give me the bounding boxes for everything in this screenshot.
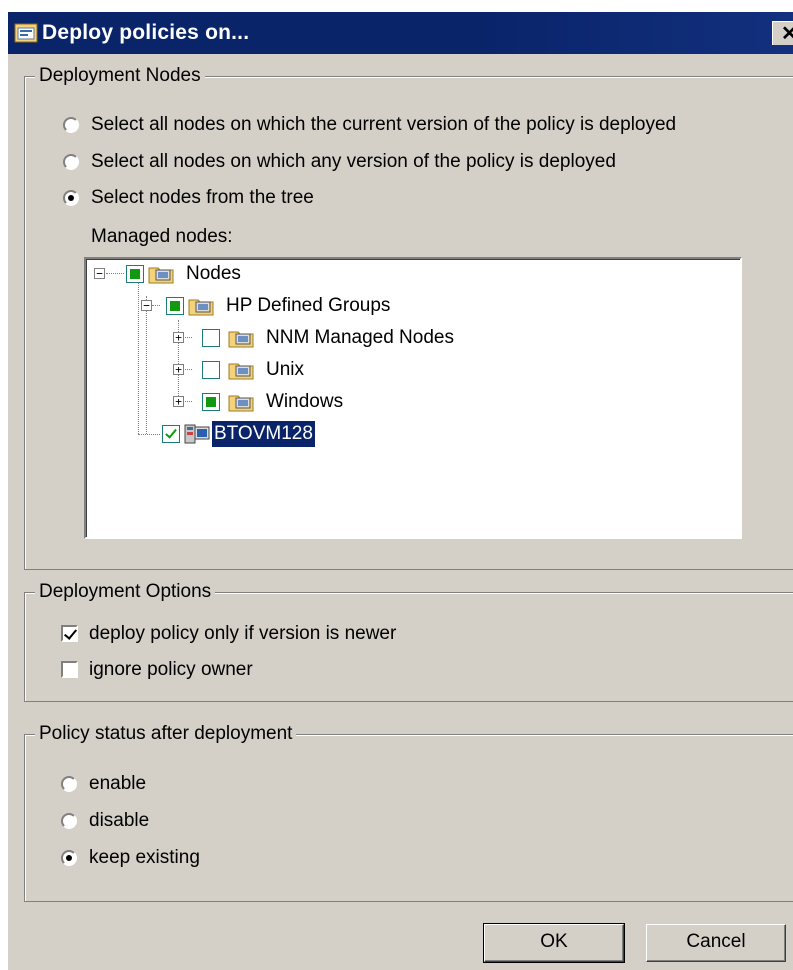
radio-label: Select all nodes on which any version of… [91, 151, 616, 172]
tree-node-label: Nodes [186, 263, 241, 284]
node-group-icon [148, 267, 174, 284]
managed-nodes-tree[interactable]: − Nodes − HP Defined Groups + NNM Manage… [84, 257, 742, 539]
checkbox[interactable] [61, 625, 78, 642]
radio-label: disable [89, 810, 150, 831]
deployment-options-group: Deployment Options deploy policy only if… [24, 581, 793, 702]
tree-checkbox[interactable] [166, 297, 184, 315]
tree-node-hp-defined-groups[interactable]: − HP Defined Groups [86, 293, 486, 319]
tree-node-windows[interactable]: + Windows [86, 389, 386, 415]
node-group-icon [228, 395, 254, 412]
radio-label: keep existing [89, 847, 200, 868]
tree-checkbox[interactable] [202, 393, 220, 411]
ok-button[interactable]: OK [483, 923, 625, 963]
close-button[interactable]: ✕ [772, 21, 793, 45]
tree-node-nodes[interactable]: − Nodes [86, 261, 386, 287]
expand-icon[interactable]: + [173, 364, 184, 375]
tree-node-label: NNM Managed Nodes [266, 327, 454, 348]
tree-checkbox[interactable] [202, 329, 220, 347]
policy-window-icon [14, 23, 38, 43]
radio-button[interactable] [63, 154, 79, 170]
checkbox-label: deploy policy only if version is newer [89, 623, 397, 644]
node-group-icon [228, 363, 254, 380]
tree-node-label: HP Defined Groups [226, 295, 391, 316]
managed-nodes-label: Managed nodes: [91, 226, 233, 247]
collapse-icon[interactable]: − [141, 300, 152, 311]
tree-node-btovm128[interactable]: BTOVM128 [86, 420, 386, 448]
title-bar[interactable]: Deploy policies on... ✕ [8, 12, 793, 54]
policy-status-label: Policy status after deployment [35, 723, 297, 745]
radio-button[interactable] [61, 850, 77, 866]
tree-node-label: BTOVM128 [211, 420, 316, 448]
checkbox-label: ignore policy owner [89, 659, 253, 680]
radio-button[interactable] [61, 776, 77, 792]
cancel-button-label: Cancel [686, 931, 746, 952]
tree-checkbox[interactable] [202, 361, 220, 379]
computer-node-icon [184, 424, 210, 444]
expand-icon[interactable]: + [173, 332, 184, 343]
policy-status-group: Policy status after deployment enable di… [24, 723, 793, 902]
tree-node-nnm-managed-nodes[interactable]: + NNM Managed Nodes [86, 325, 586, 351]
deployment-options-label: Deployment Options [35, 581, 216, 603]
ok-button-label: OK [540, 931, 568, 952]
radio-button[interactable] [63, 117, 79, 133]
tree-checkbox[interactable] [126, 265, 144, 283]
radio-label: Select nodes from the tree [91, 187, 314, 208]
tree-node-label: Windows [266, 391, 344, 412]
node-group-icon [228, 331, 254, 348]
deployment-nodes-label: Deployment Nodes [35, 65, 205, 87]
tree-checkbox[interactable] [162, 425, 180, 443]
node-group-icon [188, 299, 214, 316]
tree-node-unix[interactable]: + Unix [86, 357, 386, 383]
radio-label: enable [89, 773, 147, 794]
checkbox[interactable] [61, 661, 78, 678]
radio-button[interactable] [61, 813, 77, 829]
radio-button[interactable] [63, 190, 79, 206]
window-title: Deploy policies on... [42, 21, 250, 44]
radio-label: Select all nodes on which the current ve… [91, 114, 677, 135]
close-icon: ✕ [781, 23, 793, 45]
collapse-icon[interactable]: − [94, 268, 105, 279]
expand-icon[interactable]: + [173, 396, 184, 407]
deploy-policies-dialog: Deploy policies on... ✕ Deployment Nodes… [8, 12, 793, 970]
tree-node-label: Unix [266, 359, 305, 380]
cancel-button[interactable]: Cancel [646, 924, 786, 962]
